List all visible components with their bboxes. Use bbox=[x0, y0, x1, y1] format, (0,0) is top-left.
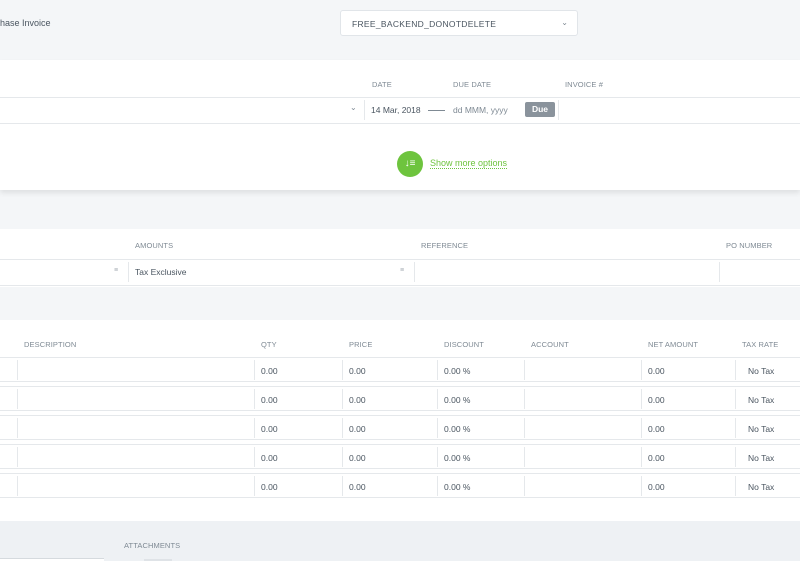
show-more-options-link[interactable]: Show more options bbox=[430, 158, 508, 169]
amounts-select[interactable]: Tax Exclusive bbox=[135, 267, 187, 277]
table-row[interactable]: 0.00 0.00 0.00 % 0.00 No Tax bbox=[0, 357, 800, 382]
amounts-card: AMOUNTS REFERENCE PO NUMBER ≡ Tax Exclus… bbox=[0, 202, 800, 320]
qty-input[interactable]: 0.00 bbox=[261, 395, 278, 405]
po-number-label: PO NUMBER bbox=[726, 241, 773, 250]
due-badge[interactable]: Due bbox=[525, 102, 555, 117]
organization-select[interactable]: FREE_BACKEND_DONOTDELETE ⌄ bbox=[340, 10, 578, 36]
price-input[interactable]: 0.00 bbox=[349, 453, 366, 463]
chevron-down-icon: ⌄ bbox=[561, 18, 568, 27]
discount-input[interactable]: 0.00 % bbox=[444, 482, 470, 492]
column-discount: DISCOUNT bbox=[444, 340, 484, 349]
qty-input[interactable]: 0.00 bbox=[261, 453, 278, 463]
discount-input[interactable]: 0.00 % bbox=[444, 453, 470, 463]
show-more-options-icon[interactable]: ↓≡ bbox=[397, 151, 423, 177]
organization-select-value: FREE_BACKEND_DONOTDELETE bbox=[352, 19, 497, 29]
tax-rate-select[interactable]: No Tax bbox=[748, 424, 774, 434]
contact-chevron-icon[interactable]: ⌄ bbox=[350, 103, 357, 112]
invoice-number-label: INVOICE # bbox=[565, 80, 603, 89]
column-qty: QTY bbox=[261, 340, 277, 349]
net-amount-value: 0.00 bbox=[648, 366, 665, 376]
amounts-select-handle-icon[interactable]: ≡ bbox=[400, 267, 404, 274]
reference-label: REFERENCE bbox=[421, 241, 469, 250]
column-price: PRICE bbox=[349, 340, 373, 349]
tax-rate-select[interactable]: No Tax bbox=[748, 453, 774, 463]
price-input[interactable]: 0.00 bbox=[349, 366, 366, 376]
date-input[interactable]: 14 Mar, 2018 bbox=[371, 105, 421, 115]
qty-input[interactable]: 0.00 bbox=[261, 366, 278, 376]
column-tax-rate: TAX RATE bbox=[742, 340, 779, 349]
amounts-label: AMOUNTS bbox=[135, 241, 174, 250]
tax-rate-select[interactable]: No Tax bbox=[748, 366, 774, 376]
net-amount-value: 0.00 bbox=[648, 395, 665, 405]
date-range-dash bbox=[428, 110, 445, 111]
qty-input[interactable]: 0.00 bbox=[261, 482, 278, 492]
drag-handle-icon[interactable]: ≡ bbox=[114, 267, 118, 274]
column-net-amount: NET AMOUNT bbox=[648, 340, 699, 349]
table-row[interactable]: 0.00 0.00 0.00 % 0.00 No Tax bbox=[0, 473, 800, 498]
net-amount-value: 0.00 bbox=[648, 453, 665, 463]
due-date-input[interactable]: dd MMM, yyyy bbox=[453, 105, 508, 115]
table-row[interactable]: 0.00 0.00 0.00 % 0.00 No Tax bbox=[0, 444, 800, 469]
page-type-label: hase Invoice bbox=[0, 18, 51, 28]
qty-input[interactable]: 0.00 bbox=[261, 424, 278, 434]
tax-rate-select[interactable]: No Tax bbox=[748, 395, 774, 405]
table-row[interactable]: 0.00 0.00 0.00 % 0.00 No Tax bbox=[0, 386, 800, 411]
price-input[interactable]: 0.00 bbox=[349, 395, 366, 405]
discount-input[interactable]: 0.00 % bbox=[444, 366, 470, 376]
date-label: DATE bbox=[372, 80, 392, 89]
price-input[interactable]: 0.00 bbox=[349, 482, 366, 492]
column-account: ACCOUNT bbox=[531, 340, 569, 349]
discount-input[interactable]: 0.00 % bbox=[444, 395, 470, 405]
table-row[interactable]: 0.00 0.00 0.00 % 0.00 No Tax bbox=[0, 415, 800, 440]
reference-input[interactable] bbox=[420, 262, 718, 282]
invoice-details-card: DATE DUE DATE INVOICE # ⌄ 14 Mar, 2018 d… bbox=[0, 60, 800, 190]
attachments-label: ATTACHMENTS bbox=[124, 541, 181, 550]
discount-input[interactable]: 0.00 % bbox=[444, 424, 470, 434]
tax-rate-select[interactable]: No Tax bbox=[748, 482, 774, 492]
due-date-label: DUE DATE bbox=[453, 80, 492, 89]
footer-section: ATTACHMENTS bbox=[0, 521, 800, 561]
po-number-input[interactable] bbox=[724, 262, 800, 282]
amounts-row: ≡ Tax Exclusive ≡ bbox=[0, 260, 800, 285]
net-amount-value: 0.00 bbox=[648, 482, 665, 492]
price-input[interactable]: 0.00 bbox=[349, 424, 366, 434]
net-amount-value: 0.00 bbox=[648, 424, 665, 434]
line-items-table: DESCRIPTION QTY PRICE DISCOUNT ACCOUNT N… bbox=[0, 320, 800, 521]
column-description: DESCRIPTION bbox=[24, 340, 77, 349]
